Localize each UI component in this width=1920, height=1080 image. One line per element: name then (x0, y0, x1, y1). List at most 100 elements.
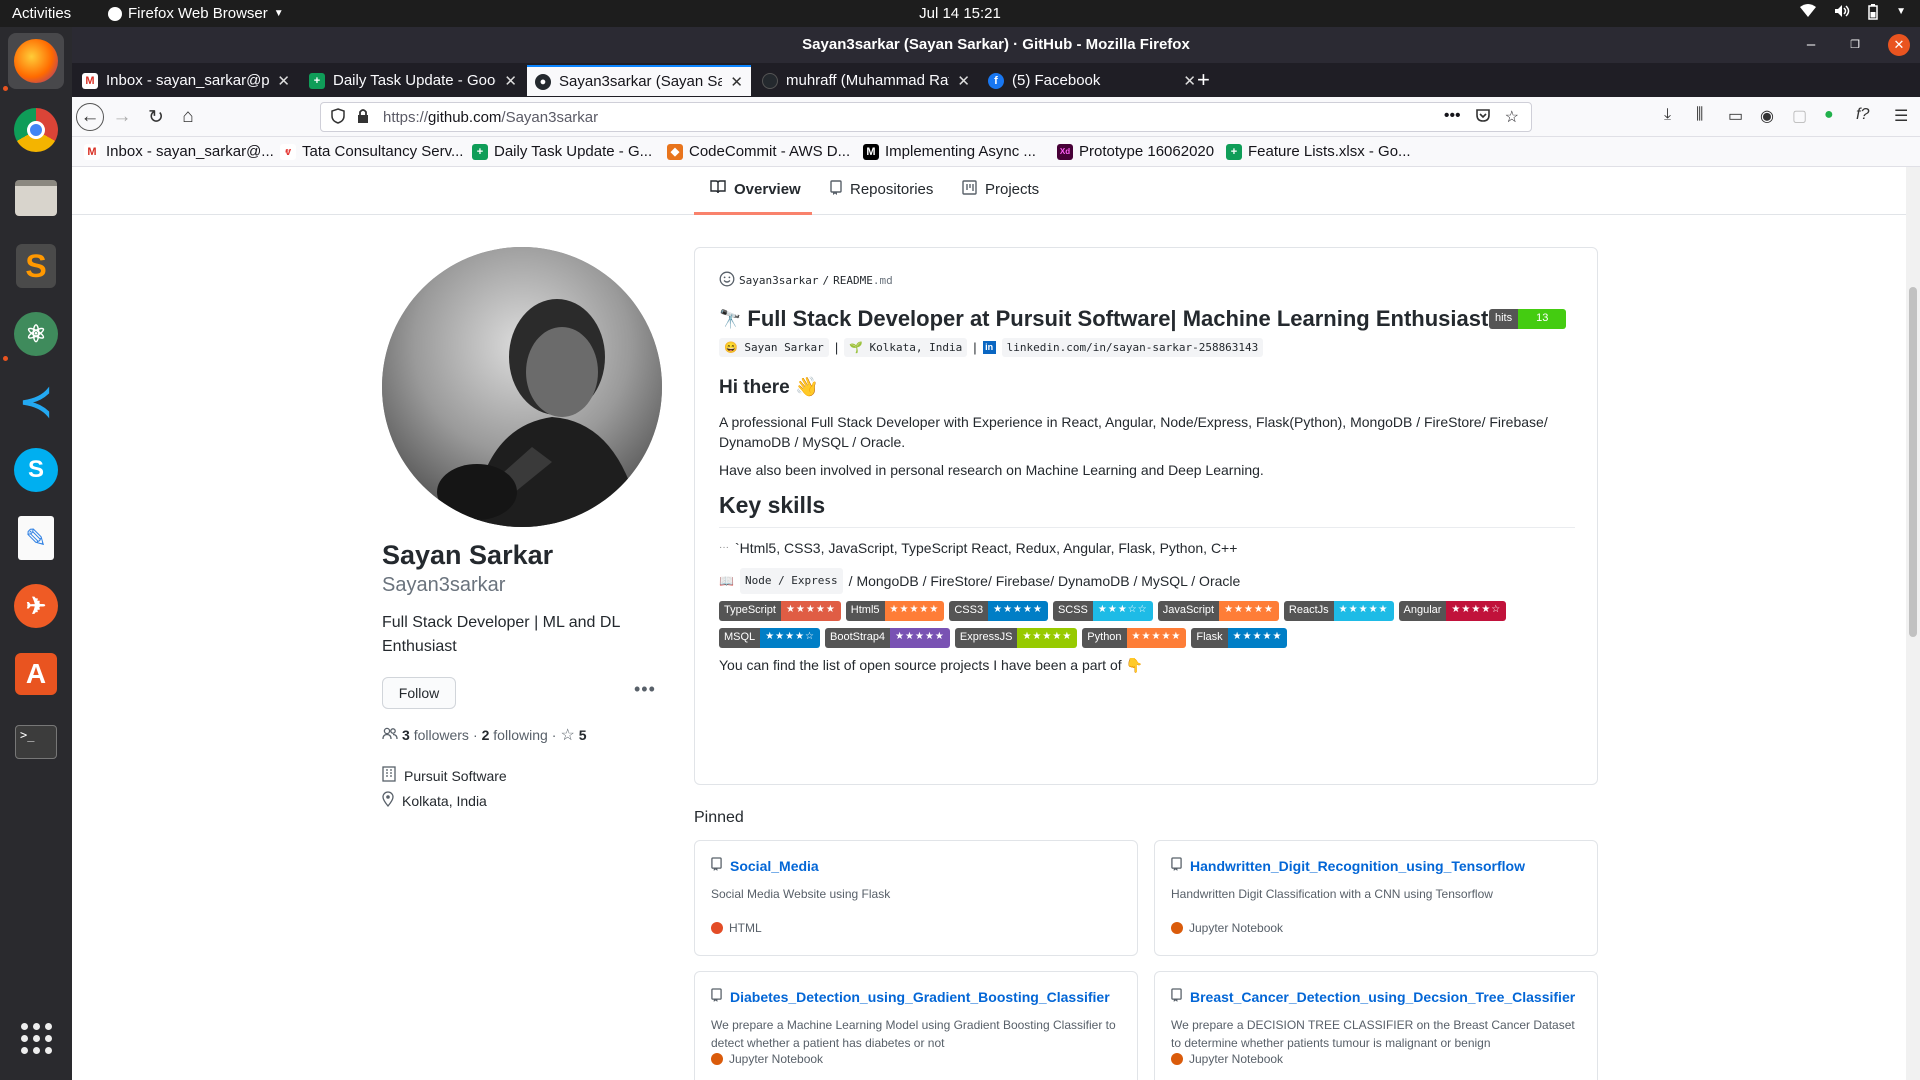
vcard-location: Kolkata, India (382, 791, 487, 810)
skill-badges-row-2: MSQL ★★★★☆ BootStrap4 ★★★★★ ExpressJS ★★★★★… (719, 628, 1579, 648)
star-icon: ☆ (560, 727, 575, 744)
dock-vscode[interactable]: ≺ (8, 374, 64, 430)
window-close-button[interactable]: ✕ (1888, 34, 1910, 56)
readme-owner-link[interactable]: Sayan3sarkar (739, 274, 818, 287)
dock-software-center[interactable]: A (8, 646, 64, 702)
address-bar[interactable]: https://github.com/Sayan3sarkar ••• ☆ (320, 102, 1532, 132)
count-separator: · (472, 727, 478, 743)
follow-button[interactable]: Follow (382, 677, 456, 709)
pinned-repo-card[interactable]: Breast_Cancer_Detection_using_Decsion_Tr… (1154, 971, 1598, 1080)
skill-badge: Flask ★★★★★ (1191, 628, 1288, 648)
clock[interactable]: Jul 14 15:21 (0, 5, 1920, 22)
more-options-icon[interactable]: ••• (634, 679, 656, 700)
bookmark-item[interactable]: ⱴ Tata Consultancy Serv... (280, 143, 463, 160)
bookmark-item[interactable]: Xd Prototype 16062020 (1057, 143, 1214, 160)
bookmark-item[interactable]: M Inbox - sayan_sarkar@... (84, 143, 274, 160)
tab-close-icon[interactable]: ✕ (730, 73, 743, 91)
dock-postman[interactable]: ✈ (8, 578, 64, 634)
page-actions-icon[interactable]: ••• (1444, 107, 1461, 128)
home-button[interactable]: ⌂ (174, 103, 202, 131)
library-icon[interactable]: ⫼ (1696, 106, 1703, 124)
dock-files[interactable] (8, 170, 64, 226)
pinned-repo-description: We prepare a DECISION TREE CLASSIFIER on… (1171, 1018, 1575, 1050)
readme-outro: You can find the list of open source pro… (719, 657, 1143, 673)
software-center-icon: A (15, 653, 57, 695)
tab-bar: M Inbox - sayan_sarkar@pu ✕ + Daily Task… (72, 63, 1920, 97)
reload-button[interactable]: ↻ (142, 103, 170, 131)
browser-tab-active[interactable]: ● Sayan3sarkar (Sayan Sark ✕ (527, 65, 751, 96)
minimize-button[interactable]: – (1800, 27, 1822, 63)
url-text[interactable]: https://github.com/Sayan3sarkar (383, 109, 598, 126)
followers-link[interactable]: 3 followers (402, 727, 469, 743)
grammarly-extension-icon[interactable]: ● (1824, 106, 1834, 124)
tab-close-icon[interactable]: ✕ (504, 72, 517, 90)
browser-tab[interactable]: muhraff (Muhammad Raf ✕ (754, 65, 978, 96)
show-applications-button[interactable] (8, 1010, 64, 1066)
new-tab-button[interactable]: + (1197, 67, 1210, 93)
formula-extension-icon[interactable]: f? (1856, 106, 1869, 124)
browser-tab[interactable]: M Inbox - sayan_sarkar@pu ✕ (74, 65, 298, 96)
tracking-shield-icon[interactable] (331, 108, 345, 128)
stars-count[interactable]: 5 (579, 727, 587, 743)
hamburger-menu-icon[interactable]: ☰ (1894, 106, 1908, 126)
dock-firefox[interactable] (8, 33, 64, 89)
bookmark-item[interactable]: ◆ CodeCommit - AWS D... (667, 143, 850, 160)
readme-file-link[interactable]: README.md (833, 274, 893, 287)
github-icon: ● (535, 73, 551, 90)
volume-icon (1834, 4, 1850, 23)
pinned-repo-card[interactable]: Social_Media Social Media Website using … (694, 840, 1138, 956)
dock-skype[interactable]: S (8, 442, 64, 498)
repo-icon (1171, 857, 1182, 874)
github-icon (762, 72, 778, 89)
pinned-repo-link[interactable]: Diabetes_Detection_using_Gradient_Boosti… (711, 988, 1110, 1005)
lock-icon[interactable] (357, 108, 369, 128)
tab-overview[interactable]: Overview (710, 180, 801, 198)
vcard-company: Pursuit Software (382, 766, 507, 785)
readme-hi-heading: Hi there 👋 (719, 377, 819, 398)
page-scrollbar[interactable] (1906, 167, 1920, 1080)
pinned-repo-link[interactable]: Handwritten_Digit_Recognition_using_Tens… (1171, 857, 1525, 874)
dock-text-editor[interactable]: ✎ (8, 510, 64, 566)
bookmark-item[interactable]: + Feature Lists.xlsx - Go... (1226, 143, 1411, 160)
tab-repositories[interactable]: Repositories (830, 180, 933, 199)
browser-tab[interactable]: f (5) Facebook ✕ (980, 65, 1204, 96)
tab-projects[interactable]: Projects (962, 180, 1039, 199)
pinned-repo-link[interactable]: Breast_Cancer_Detection_using_Decsion_Tr… (1171, 988, 1575, 1005)
maximize-button[interactable]: ❐ (1844, 27, 1866, 63)
dock-sublime[interactable]: S (8, 238, 64, 294)
downloads-icon[interactable]: ⤓ (1664, 106, 1671, 124)
pinned-repo-card[interactable]: Handwritten_Digit_Recognition_using_Tens… (1154, 840, 1598, 956)
following-link[interactable]: 2 following (482, 727, 548, 743)
pinned-repo-description: Social Media Website using Flask (711, 887, 891, 901)
system-tray[interactable]: ▼ (1800, 4, 1906, 23)
pocket-icon[interactable] (1475, 107, 1491, 128)
extension-icon[interactable]: ▢ (1792, 106, 1807, 126)
hits-badge: hits 13 (1489, 309, 1567, 329)
bookmark-item[interactable]: + Daily Task Update - G... (472, 143, 652, 160)
pinned-repo-card[interactable]: Diabetes_Detection_using_Gradient_Boosti… (694, 971, 1138, 1080)
avatar[interactable] (382, 247, 662, 527)
tab-label: Daily Task Update - Goog (333, 72, 497, 89)
dock-terminal[interactable]: >_ (8, 714, 64, 770)
linkedin-icon[interactable]: in (982, 341, 996, 354)
book-emoji: 📖 (719, 574, 734, 588)
running-indicator (3, 86, 8, 91)
tab-close-icon[interactable]: ✕ (957, 72, 970, 90)
scrollbar-thumb[interactable] (1909, 287, 1917, 637)
account-icon[interactable]: ◉ (1760, 106, 1774, 126)
pinned-repo-link[interactable]: Social_Media (711, 857, 819, 874)
sidebar-icon[interactable]: ▭ (1728, 106, 1743, 126)
tab-label: (5) Facebook (1012, 72, 1101, 89)
dock-atom[interactable]: ⚛ (8, 306, 64, 362)
profile-readme: Sayan3sarkar / README.md 🔭 Full Stack De… (694, 247, 1598, 785)
forward-button[interactable]: → (108, 103, 136, 131)
tab-close-icon[interactable]: ✕ (1183, 72, 1196, 90)
browser-tab[interactable]: + Daily Task Update - Goog ✕ (301, 65, 525, 96)
tab-close-icon[interactable]: ✕ (277, 72, 290, 90)
bookmark-item[interactable]: M Implementing Async ... (863, 143, 1036, 160)
bookmark-star-icon[interactable]: ☆ (1505, 107, 1519, 128)
name-chip: 😄 Sayan Sarkar (719, 338, 829, 357)
repo-icon (1171, 988, 1182, 1005)
dock-chrome[interactable] (8, 102, 64, 158)
back-button[interactable]: ← (76, 103, 104, 131)
